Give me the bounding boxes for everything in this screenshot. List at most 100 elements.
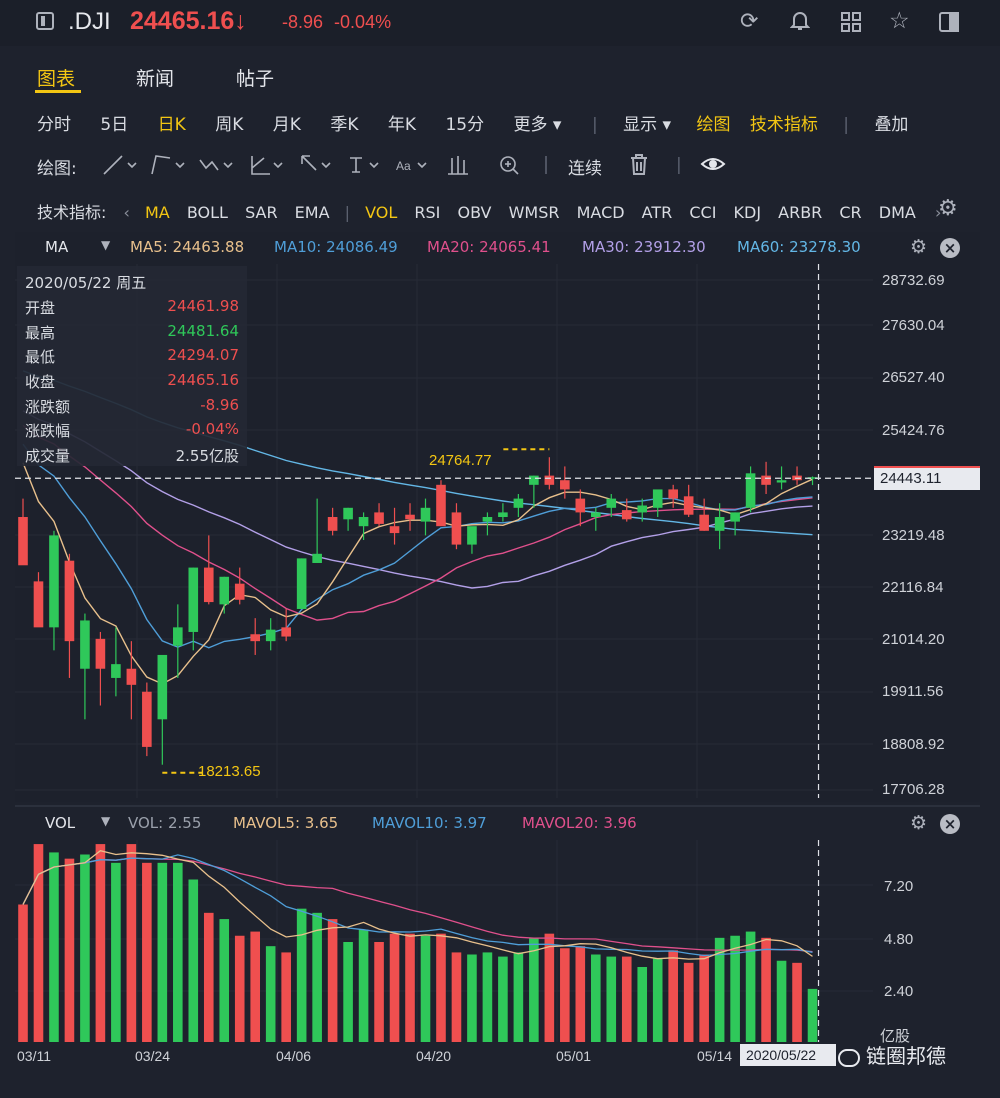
period-quarterly[interactable]: 季K (330, 115, 358, 135)
ma30-value: MA30: 23912.30 (582, 238, 706, 256)
grid-icon[interactable] (840, 11, 862, 37)
indicator-dma[interactable]: DMA (879, 203, 916, 222)
sidebar-toggle-icon[interactable] (36, 12, 54, 30)
panel-icon[interactable] (938, 11, 960, 37)
ma60-value: MA60: 23278.30 (737, 238, 861, 256)
polyline-tool-icon[interactable] (151, 155, 185, 175)
info-date: 2020/05/22 周五 (25, 274, 147, 292)
refresh-icon[interactable]: ⟳ (740, 9, 758, 34)
indicator-boll[interactable]: BOLL (187, 203, 228, 222)
vol-axis-label: 2.40 (884, 983, 914, 1000)
candle-body (699, 514, 709, 531)
volume-bar (699, 954, 709, 1042)
star-icon[interactable]: ☆ (889, 8, 910, 34)
indicator-macd[interactable]: MACD (577, 203, 625, 222)
indicator-sar[interactable]: SAR (245, 203, 278, 222)
candle-body (64, 560, 75, 642)
indicator-obv[interactable]: OBV (457, 203, 491, 222)
bell-icon[interactable] (789, 10, 811, 30)
drawing-toolbar: 绘图: (37, 154, 77, 179)
vol-axis-label: 7.20 (884, 878, 914, 895)
zoom-icon[interactable] (500, 156, 519, 175)
indicator-atr[interactable]: ATR (642, 203, 673, 222)
candle-body (203, 567, 214, 603)
vol-settings-gear-icon[interactable]: ⚙ (910, 812, 927, 834)
tab-posts[interactable]: 帖子 (236, 64, 274, 91)
ma-selector-caret-icon[interactable]: ▼ (101, 238, 110, 252)
crosshair-date-tag: 2020/05/22 (740, 1044, 836, 1066)
volume-bar (467, 954, 477, 1042)
tab-chart[interactable]: 图表 (37, 64, 75, 91)
ma-settings-gear-icon[interactable]: ⚙ (910, 236, 927, 258)
candle-body (513, 498, 524, 508)
volume-bar (761, 937, 771, 1042)
eye-icon[interactable] (700, 154, 726, 178)
indicator-kdj[interactable]: KDJ (734, 203, 762, 222)
ma10-value: MA10: 24086.49 (274, 238, 398, 256)
tab-news[interactable]: 新闻 (136, 64, 174, 91)
crosshair-date: 2020/05/22 (746, 1047, 817, 1063)
candle-body (219, 576, 230, 605)
chevron-left-icon[interactable]: ‹ (124, 203, 130, 222)
info-volume-label: 成交量 (25, 447, 71, 465)
volume-chart[interactable] (15, 840, 873, 1042)
volume-bar (173, 862, 183, 1042)
period-timeshare[interactable]: 分时 (37, 115, 71, 135)
period-more-dropdown[interactable]: 更多 ▾ (514, 115, 562, 135)
drawing-label: 绘图: (37, 159, 77, 179)
volume-bar (142, 862, 152, 1042)
indicator-ma[interactable]: MA (145, 203, 170, 222)
overlay-button[interactable]: 叠加 (874, 115, 908, 135)
text-tool-icon[interactable] (350, 157, 379, 173)
volume-bar (776, 960, 787, 1042)
continuous-toggle[interactable]: 连续 (568, 154, 602, 179)
indicator-arbr[interactable]: ARBR (778, 203, 822, 222)
volume-bar (389, 933, 400, 1042)
vol-selector-caret-icon[interactable]: ▼ (101, 814, 110, 828)
indicator-cr[interactable]: CR (839, 203, 861, 222)
indicators-toggle[interactable]: 技术指标 (750, 115, 818, 135)
candle-body (544, 475, 555, 485)
period-daily[interactable]: 日K (158, 115, 186, 135)
indicator-wmsr[interactable]: WMSR (509, 203, 560, 222)
indicator-cci[interactable]: CCI (689, 203, 716, 222)
candle-body (451, 512, 462, 545)
arrow-tool-icon[interactable] (301, 155, 331, 171)
period-weekly[interactable]: 周K (215, 115, 243, 135)
mavol20-value: MAVOL20: 3.96 (522, 814, 637, 832)
volume-bar (312, 912, 322, 1042)
fib-tool-icon[interactable] (251, 156, 283, 175)
volume-bar (64, 858, 75, 1042)
candle-body (405, 514, 415, 520)
period-monthly[interactable]: 月K (273, 115, 301, 135)
volume-bar (606, 956, 617, 1042)
display-dropdown[interactable]: 显示 ▾ (623, 115, 671, 135)
draw-toggle[interactable]: 绘图 (696, 115, 730, 135)
indicator-rsi[interactable]: RSI (414, 203, 440, 222)
period-yearly[interactable]: 年K (388, 115, 416, 135)
period-5day[interactable]: 5日 (100, 115, 128, 135)
volume-bar (420, 935, 431, 1042)
info-low-value: 24294.07 (167, 346, 239, 364)
indicator-vol[interactable]: VOL (365, 203, 397, 222)
ma-close-icon[interactable]: × (940, 238, 960, 258)
volume-bar (652, 958, 663, 1042)
date-axis-label: 04/06 (276, 1048, 312, 1064)
volume-bar (126, 844, 137, 1042)
trash-icon[interactable] (628, 152, 650, 180)
volume-bar (343, 942, 353, 1042)
wave-tool-icon[interactable] (199, 159, 233, 171)
info-high-label: 最高 (25, 324, 56, 342)
indicator-toolbar: 技术指标: ‹ MA BOLL SAR EMA | VOL RSI OBV WM… (37, 199, 941, 223)
candle-tool-icon[interactable] (448, 156, 468, 175)
period-15min[interactable]: 15分 (445, 115, 484, 135)
line-tool-icon[interactable] (103, 155, 137, 175)
ma-selector[interactable]: MA (45, 238, 68, 256)
vol-selector[interactable]: VOL (45, 814, 75, 832)
price-axis-label: 27630.04 (882, 317, 945, 334)
indicator-settings-gear-icon[interactable]: ⚙ (938, 196, 958, 221)
font-tool-icon[interactable]: Aa (396, 159, 427, 173)
indicator-ema[interactable]: EMA (295, 203, 330, 222)
volume-bar (358, 929, 369, 1042)
vol-close-icon[interactable]: × (940, 814, 960, 834)
